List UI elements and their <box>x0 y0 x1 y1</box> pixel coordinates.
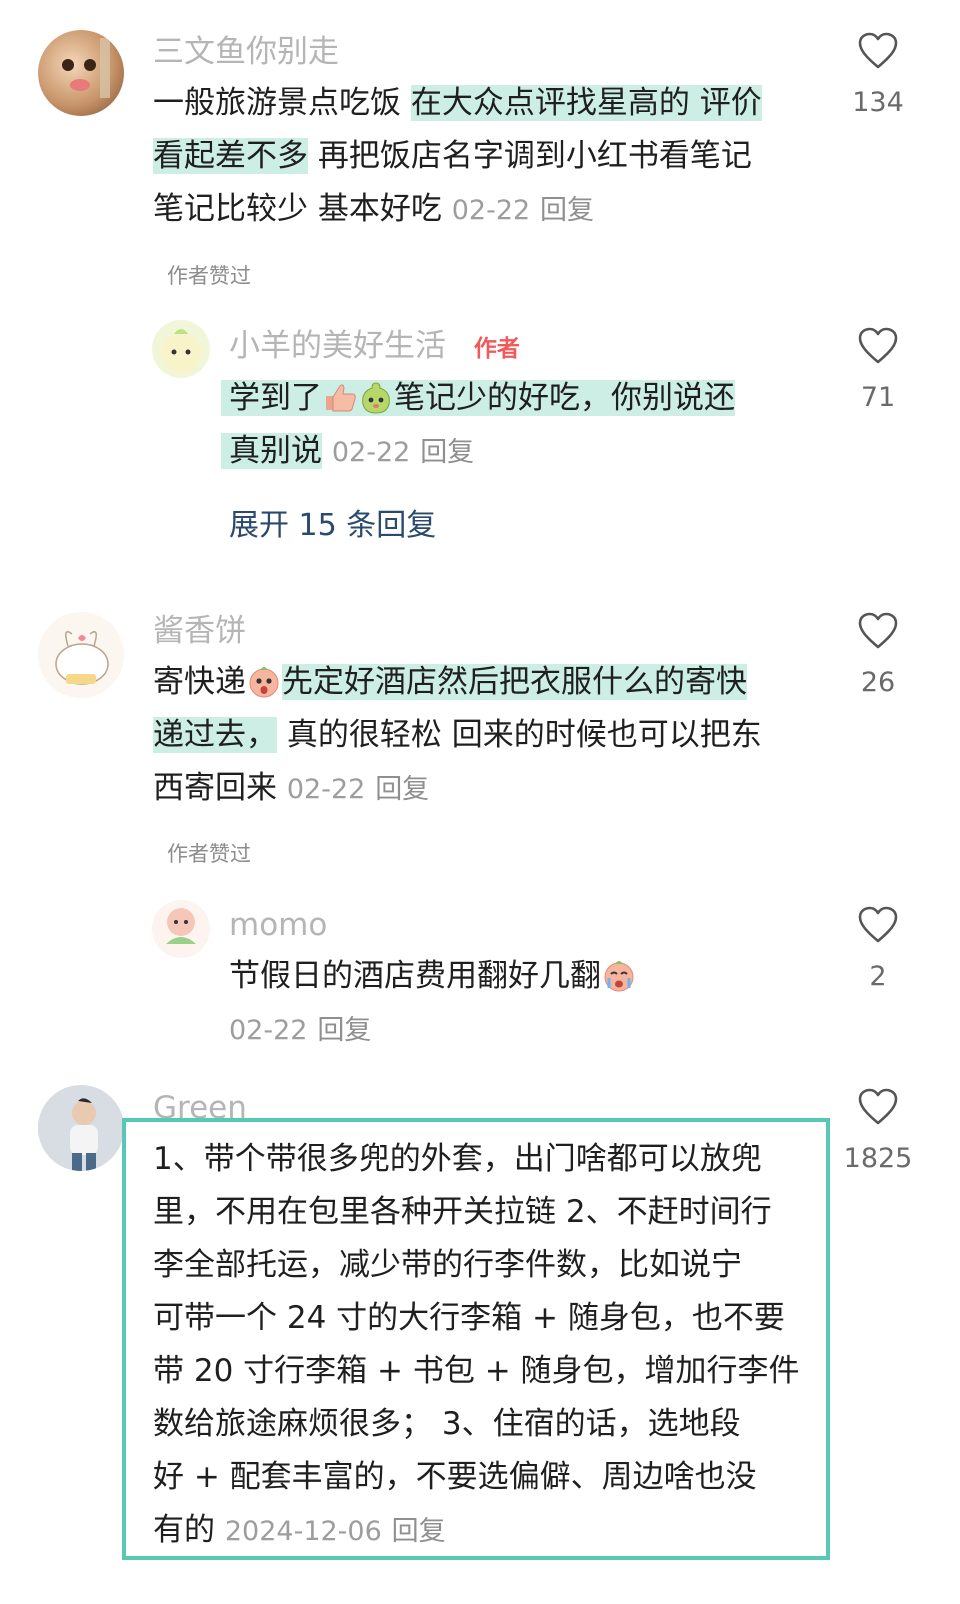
comment-date: 02-22 <box>331 437 411 468</box>
comment-date: 2024-12-06 <box>224 1516 382 1547</box>
comment-line: 数给旅途麻烦很多； 3、住宿的话，选地段 <box>153 1406 741 1442</box>
reply-button[interactable]: 回复 <box>540 195 594 226</box>
highlight-segment: 真别说 <box>221 433 322 469</box>
avatar-image <box>38 1085 124 1171</box>
comment-date: 02-22 <box>451 195 531 226</box>
reply-button[interactable]: 回复 <box>317 1015 371 1046</box>
text-segment: 有的 <box>153 1512 215 1548</box>
crying-face-emoji <box>604 961 634 992</box>
scared-face-emoji <box>249 667 279 698</box>
avatar[interactable] <box>152 320 210 378</box>
expand-replies-button[interactable]: 展开 15 条回复 <box>229 500 436 544</box>
reply-button[interactable]: 回复 <box>420 437 474 468</box>
author-liked-label: 作者赞过 <box>167 842 251 866</box>
text-segment: 笔记少的好吃，你别说还 <box>394 380 735 416</box>
like-count: 26 <box>860 667 896 698</box>
comment-date: 02-22 <box>229 1015 308 1046</box>
avatar[interactable] <box>152 900 210 958</box>
highlight-segment: 先定好酒店然后把衣服什么的寄快 <box>282 664 747 700</box>
text-segment: 再把饭店名字调到小红书看笔记 <box>308 138 752 174</box>
username[interactable]: 小羊的美好生活 作者 <box>229 326 520 369</box>
reply-button[interactable]: 回复 <box>375 774 429 805</box>
pear-face-emoji <box>362 382 390 414</box>
comment-line: 带 20 寸行李箱 + 书包 + 随身包，增加行李件 <box>153 1353 800 1389</box>
heart-outline-icon <box>858 906 898 943</box>
text-segment: 笔记比较少 基本好吃 <box>153 191 442 227</box>
author-badge: 作者 <box>473 336 520 362</box>
comment-text: 一般旅游景点吃饭 在大众点评找星高的 评价 看起差不多 再把饭店名字调到小红书看… <box>153 77 823 237</box>
like-button[interactable]: 71 <box>838 327 918 415</box>
comment-line: 1、带个带很多兜的外套，出门啥都可以放兜 <box>153 1141 762 1177</box>
text-segment: 一般旅游景点吃饭 <box>153 85 411 121</box>
avatar-image <box>161 329 201 372</box>
heart-outline-icon <box>858 1088 898 1125</box>
text-segment: 寄快递 <box>153 664 246 700</box>
heart-outline-icon <box>858 327 898 364</box>
like-count: 134 <box>852 87 904 118</box>
highlight-segment: 递过去， <box>153 717 277 753</box>
text-segment: 节假日的酒店费用翻好几翻 <box>229 958 601 994</box>
highlight-segment: 学到了 笔记少的好吃，你别说还 <box>221 380 735 416</box>
text-segment: 真的很轻松 回来的时候也可以把东 <box>277 717 762 753</box>
username[interactable]: 三文鱼你别走 <box>153 32 339 72</box>
comment-line: 里，不用在包里各种开关拉链 2、不赶时间行 <box>153 1194 772 1230</box>
comment-text: 1、带个带很多兜的外套，出门啥都可以放兜 里，不用在包里各种开关拉链 2、不赶时… <box>153 1133 823 1558</box>
avatar-image <box>166 908 196 944</box>
avatar-image <box>62 38 110 98</box>
username[interactable]: momo <box>229 905 327 945</box>
like-count: 71 <box>860 382 896 413</box>
comment-text: 节假日的酒店费用翻好几翻 02-22 回复 <box>229 950 829 1057</box>
thumbs-up-emoji <box>326 384 356 412</box>
avatar-image <box>55 631 109 685</box>
comment-line: 李全部托运，减少带的行李件数，比如说宁 <box>153 1247 742 1283</box>
avatar[interactable] <box>38 1085 124 1171</box>
username[interactable]: 酱香饼 <box>153 611 246 651</box>
highlight-segment: 看起差不多 <box>153 138 308 174</box>
avatar[interactable] <box>38 612 124 698</box>
comment-text: 寄快递 先定好酒店然后把衣服什么的寄快 递过去， 真的很轻松 回来的时候也可以把东… <box>153 656 823 816</box>
like-count: 2 <box>869 961 887 992</box>
highlight-segment: 在大众点评找星高的 评价 <box>410 85 762 121</box>
like-button[interactable]: 26 <box>838 612 918 700</box>
like-button[interactable]: 134 <box>838 32 918 120</box>
like-button[interactable]: 2 <box>838 906 918 994</box>
like-count: 1825 <box>843 1143 913 1174</box>
text-segment: 西寄回来 <box>153 770 277 806</box>
text-segment: 学到了 <box>229 380 322 416</box>
heart-outline-icon <box>858 612 898 649</box>
comment-text: 学到了 笔记少的好吃，你别说还 真别说 02-22 回复 <box>221 372 821 479</box>
like-button[interactable]: 1825 <box>838 1088 918 1176</box>
heart-outline-icon <box>858 32 898 69</box>
comment-line: 可带一个 24 寸的大行李箱 + 随身包，也不要 <box>153 1300 785 1336</box>
comment-date: 02-22 <box>286 774 366 805</box>
reply-button[interactable]: 回复 <box>392 1516 446 1547</box>
comment-line: 好 + 配套丰富的，不要选偏僻、周边啥也没 <box>153 1459 757 1495</box>
avatar[interactable] <box>38 30 124 116</box>
author-liked-label: 作者赞过 <box>167 264 251 288</box>
username-text: 小羊的美好生活 <box>229 328 446 364</box>
